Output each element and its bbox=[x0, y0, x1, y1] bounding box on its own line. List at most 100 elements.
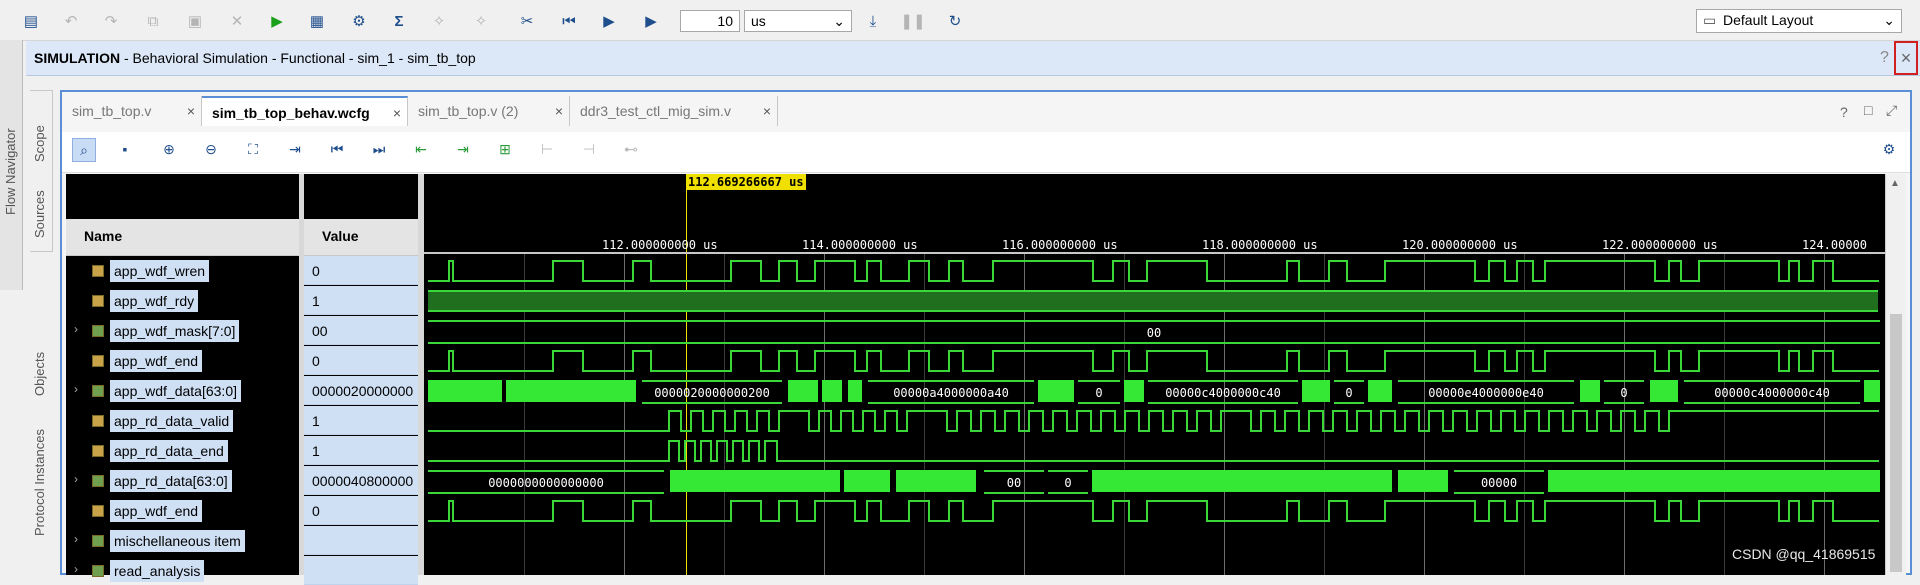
wave-low bbox=[1418, 430, 1428, 432]
wave-high bbox=[1112, 500, 1128, 502]
run-icon[interactable]: ▶ bbox=[264, 8, 290, 34]
wave-high bbox=[1698, 350, 1778, 352]
signal-row[interactable]: app_rd_data_end bbox=[66, 436, 299, 464]
signal-value-row[interactable]: 0 bbox=[304, 256, 418, 285]
expand-chevron-icon[interactable]: › bbox=[74, 472, 78, 486]
signal-value-row[interactable]: 0000040800000 bbox=[304, 466, 418, 495]
search-icon[interactable]: ⌕ bbox=[72, 138, 96, 162]
wave-edge bbox=[1128, 350, 1130, 372]
step-icon[interactable]: ⤓ bbox=[860, 8, 886, 34]
redo-icon[interactable]: ↷ bbox=[98, 8, 124, 34]
add-marker-icon[interactable]: ⊞ bbox=[494, 138, 516, 160]
signal-value-row[interactable]: 1 bbox=[304, 286, 418, 315]
wave-high bbox=[1308, 410, 1322, 412]
go-to-start-icon[interactable]: ⏮ bbox=[326, 138, 348, 160]
expand-chevron-icon[interactable]: › bbox=[74, 532, 78, 546]
flow-navigator-strip[interactable]: Flow Navigator bbox=[0, 40, 23, 290]
signal-value-row[interactable]: 0 bbox=[304, 496, 418, 525]
previous-marker-icon[interactable]: ⊢ bbox=[536, 138, 558, 160]
relaunch-icon[interactable]: ↻ bbox=[942, 8, 968, 34]
run-for-icon[interactable]: ▶ bbox=[638, 8, 664, 34]
settings-gear-icon[interactable]: ⚙ bbox=[346, 8, 372, 34]
signal-row[interactable]: › app_wdf_mask[7:0] bbox=[66, 316, 299, 344]
layout-select[interactable]: ▭ Default Layout ⌄ bbox=[1696, 9, 1902, 33]
delete-icon[interactable]: ✕ bbox=[224, 8, 250, 34]
swap-cursors-icon[interactable]: ⊷ bbox=[620, 138, 642, 160]
expand-chevron-icon[interactable]: › bbox=[74, 322, 78, 336]
signal-value-row[interactable]: 00 bbox=[304, 316, 418, 345]
wave-app-rd-data-valid bbox=[424, 408, 1885, 436]
flow-navigator-tab[interactable]: Flow Navigator bbox=[3, 128, 18, 215]
signal-value-row[interactable]: 0 bbox=[304, 346, 418, 375]
signal-row[interactable]: › mischellaneous item bbox=[66, 526, 299, 554]
sigma-icon[interactable]: Σ bbox=[386, 8, 412, 34]
next-marker-icon[interactable]: ⊣ bbox=[578, 138, 600, 160]
sources-tab[interactable]: Sources bbox=[32, 190, 47, 238]
scope-tab[interactable]: Scope bbox=[32, 125, 47, 162]
pause-icon[interactable]: ❚❚ bbox=[900, 8, 926, 34]
signal-row[interactable]: app_rd_data_valid bbox=[66, 406, 299, 434]
vertical-scrollbar[interactable]: ▲ bbox=[1885, 174, 1906, 575]
open-folder-icon[interactable]: ▤ bbox=[18, 8, 44, 34]
expand-chevron-icon[interactable]: › bbox=[74, 382, 78, 396]
signal-value-row[interactable]: 1 bbox=[304, 406, 418, 435]
protocol-instances-tab[interactable]: Protocol Instances bbox=[32, 429, 47, 536]
copy-icon[interactable]: ⧉ bbox=[140, 8, 166, 34]
wave-high bbox=[948, 260, 962, 262]
objects-tab[interactable]: Objects bbox=[32, 352, 47, 396]
disabled-tool2-icon[interactable]: ✧ bbox=[468, 8, 494, 34]
go-to-end-icon[interactable]: ⏭ bbox=[368, 138, 390, 160]
run-all-icon[interactable]: ▶ bbox=[596, 8, 622, 34]
close-icon[interactable]: × bbox=[187, 96, 195, 126]
zoom-in-icon[interactable]: ⊕ bbox=[158, 138, 180, 160]
wave-edge bbox=[1466, 410, 1468, 432]
tab-sim-tb-top-v-2[interactable]: sim_tb_top.v (2) × bbox=[408, 96, 570, 126]
tab-sim-tb-top-behav-wcfg[interactable]: sim_tb_top_behav.wcfg × bbox=[202, 96, 408, 126]
signal-row[interactable]: app_wdf_end bbox=[66, 346, 299, 374]
next-transition-icon[interactable]: ⇥ bbox=[452, 138, 474, 160]
signal-value-row[interactable]: 0000020000000 bbox=[304, 376, 418, 405]
cut-tool-icon[interactable]: ✂ bbox=[514, 8, 540, 34]
expand-chevron-icon[interactable]: › bbox=[74, 562, 78, 576]
disabled-tool-icon[interactable]: ✧ bbox=[426, 8, 452, 34]
help-icon[interactable]: ? bbox=[1880, 49, 1889, 67]
signal-value-row[interactable] bbox=[304, 526, 418, 555]
signal-row[interactable]: › read_analysis bbox=[66, 556, 299, 584]
go-to-cursor-icon[interactable]: ⇥ bbox=[284, 138, 306, 160]
restore-icon[interactable]: □ bbox=[1864, 102, 1872, 118]
close-icon[interactable]: × bbox=[555, 96, 563, 126]
close-icon[interactable]: × bbox=[393, 98, 401, 128]
time-unit-select[interactable]: us ⌄ bbox=[744, 10, 852, 32]
scrollbar-thumb[interactable] bbox=[1890, 314, 1902, 572]
signal-value-row[interactable] bbox=[304, 556, 418, 585]
help-icon[interactable]: ? bbox=[1840, 104, 1848, 120]
wave-edge bbox=[768, 410, 770, 432]
undo-icon[interactable]: ↶ bbox=[58, 8, 84, 34]
zoom-fit-icon[interactable]: ⛶ bbox=[242, 138, 264, 160]
signal-row[interactable]: app_wdf_end bbox=[66, 496, 299, 524]
previous-transition-icon[interactable]: ⇤ bbox=[410, 138, 432, 160]
close-icon[interactable]: × bbox=[1894, 41, 1918, 75]
maximize-icon[interactable]: ⤢ bbox=[1886, 102, 1897, 119]
restart-icon[interactable]: ⏮ bbox=[556, 8, 582, 34]
simulation-header: SIMULATION - Behavioral Simulation - Fun… bbox=[26, 41, 1920, 76]
wave-low bbox=[1832, 370, 1879, 372]
save-icon[interactable]: ▪ bbox=[114, 138, 136, 160]
waveform-area[interactable]: 112.669266667 us 112.000000000 us 114.000… bbox=[424, 174, 1885, 575]
program-device-icon[interactable]: ▦ bbox=[304, 8, 330, 34]
signal-row[interactable]: app_wdf_rdy bbox=[66, 286, 299, 314]
signal-row[interactable]: › app_wdf_data[63:0] bbox=[66, 376, 299, 404]
tab-ddr3-test-ctl-mig-sim-v[interactable]: ddr3_test_ctl_mig_sim.v × bbox=[570, 96, 778, 126]
signal-value-row[interactable]: 1 bbox=[304, 436, 418, 465]
settings-gear-icon[interactable]: ⚙ bbox=[1878, 138, 1900, 160]
run-time-input[interactable]: 10 bbox=[680, 10, 740, 32]
paste-icon[interactable]: ▣ bbox=[182, 8, 208, 34]
tab-sim-tb-top-v[interactable]: sim_tb_top.v × bbox=[62, 96, 202, 126]
bus-value-segment: 0 bbox=[1334, 380, 1364, 404]
wave-low bbox=[650, 520, 730, 522]
signal-row[interactable]: app_wdf_wren bbox=[66, 256, 299, 284]
scroll-up-icon[interactable]: ▲ bbox=[1890, 178, 1900, 189]
zoom-out-icon[interactable]: ⊖ bbox=[200, 138, 222, 160]
close-icon[interactable]: × bbox=[763, 96, 771, 126]
signal-row[interactable]: › app_rd_data[63:0] bbox=[66, 466, 299, 494]
